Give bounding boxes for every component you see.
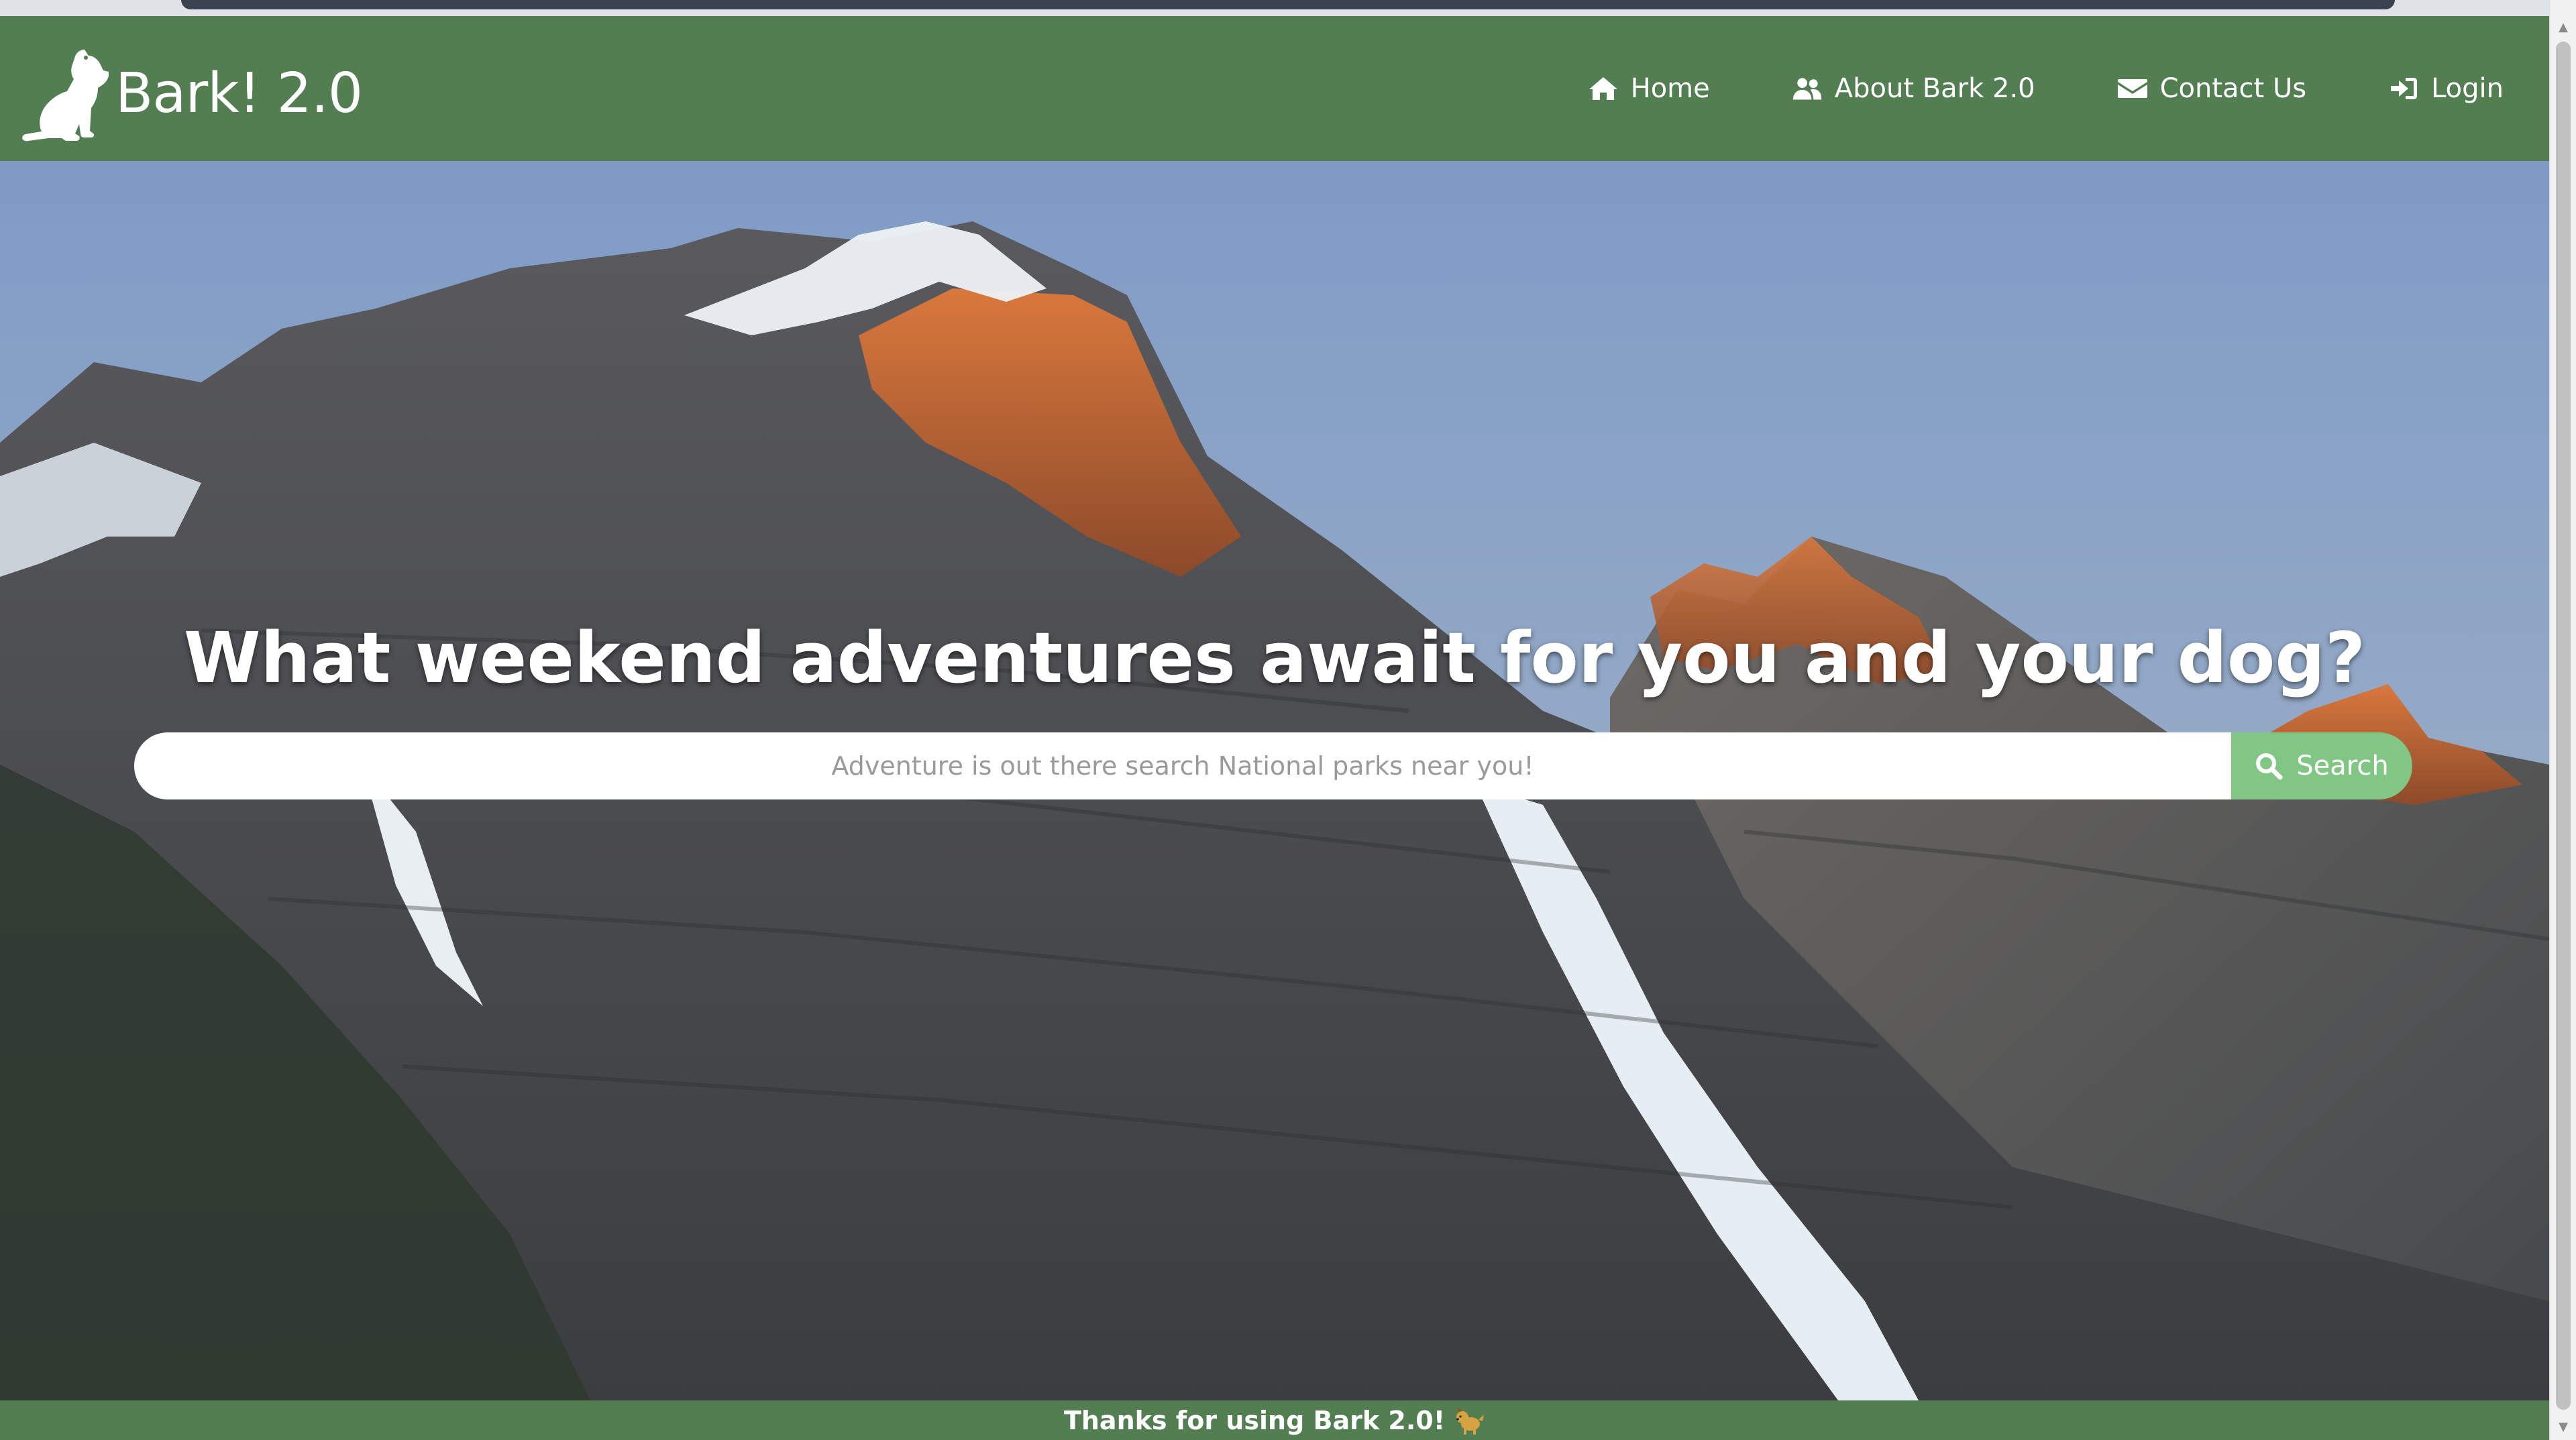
nav-item-home[interactable]: Home xyxy=(1588,73,1710,104)
scroll-up-arrow-icon[interactable]: ▲ xyxy=(2550,13,2576,40)
users-icon xyxy=(1792,78,1821,100)
search-button[interactable]: Search xyxy=(2231,732,2412,799)
hero-headline: What weekend adventures await for you an… xyxy=(183,617,2366,699)
dog-icon xyxy=(22,50,109,142)
dog-emoji-icon xyxy=(1456,1406,1485,1435)
envelope-icon xyxy=(2117,79,2147,98)
search-input[interactable] xyxy=(134,732,2231,799)
nav-item-about[interactable]: About Bark 2.0 xyxy=(1792,73,2035,104)
nav-item-label: Contact Us xyxy=(2159,73,2307,104)
nav-links: Home About Bark 2.0 Contact Us Login xyxy=(1588,16,2504,161)
brand[interactable]: Bark! 2.0 xyxy=(19,36,363,150)
home-icon xyxy=(1589,77,1617,100)
nav-item-label: About Bark 2.0 xyxy=(1834,73,2035,104)
footer-text: Thanks for using Bark 2.0! xyxy=(1063,1405,1446,1435)
browser-tab-strip xyxy=(181,0,2395,9)
nav-item-label: Login xyxy=(2431,73,2504,104)
hero-section: What weekend adventures await for you an… xyxy=(0,161,2549,1400)
navbar: Bark! 2.0 Home About Bark 2.0 Contact Us xyxy=(0,16,2549,161)
search-icon xyxy=(2256,753,2283,780)
nav-item-contact[interactable]: Contact Us xyxy=(2117,73,2306,104)
scroll-down-arrow-icon[interactable]: ▼ xyxy=(2550,1413,2576,1440)
scroll-thumb[interactable] xyxy=(2556,42,2571,1410)
sign-in-icon xyxy=(2391,78,2418,99)
browser-chrome xyxy=(0,0,2549,16)
brand-name: Bark! 2.0 xyxy=(115,61,363,125)
vertical-scrollbar[interactable]: ▲ ▼ xyxy=(2549,0,2576,1440)
search-button-label: Search xyxy=(2296,751,2389,781)
nav-item-label: Home xyxy=(1630,73,1710,104)
footer: Thanks for using Bark 2.0! xyxy=(0,1400,2549,1440)
search-bar: Search xyxy=(134,732,2412,799)
nav-item-login[interactable]: Login xyxy=(2388,73,2504,104)
